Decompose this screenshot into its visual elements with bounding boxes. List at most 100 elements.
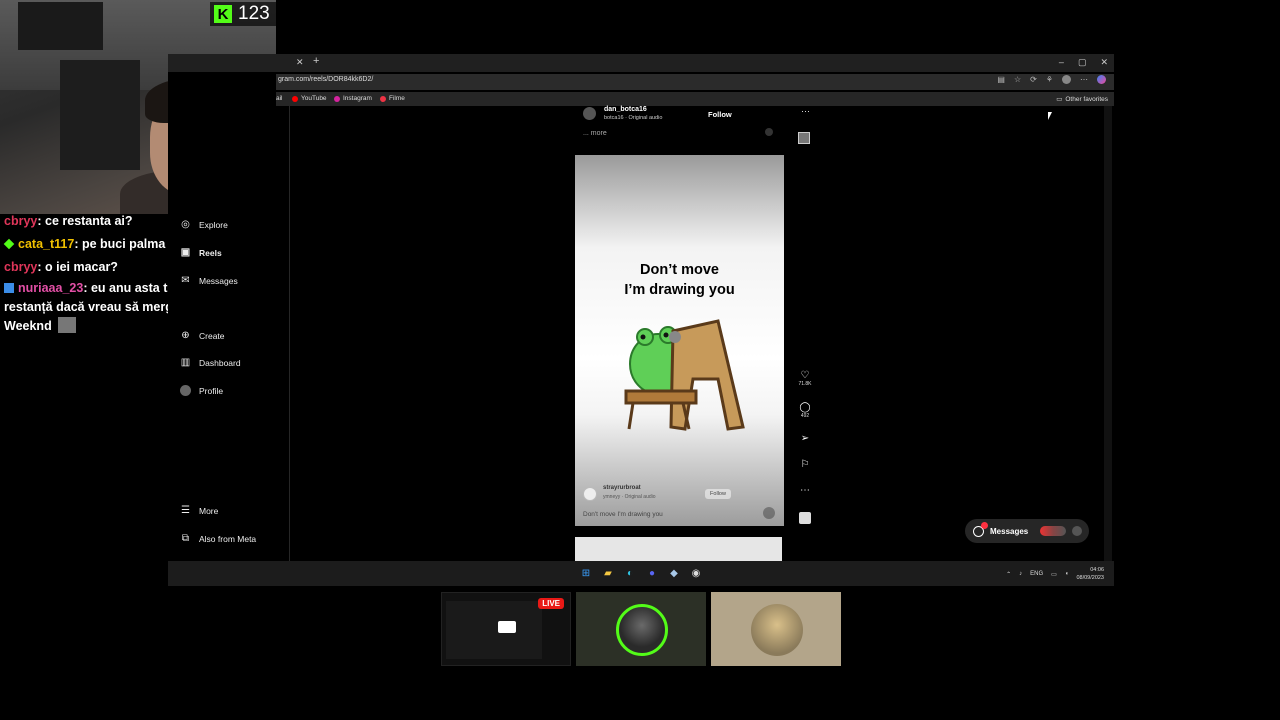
- chat-username: nuriaaa_23: [18, 281, 84, 295]
- nav-label: Messages: [199, 275, 238, 286]
- minimize-icon[interactable]: –: [1059, 57, 1064, 68]
- browser-window: ✕ + – ▢ ✕ gram.com/reels/DOR84kk6D2/ ▤ ☆…: [168, 54, 1114, 586]
- maximize-icon[interactable]: ▢: [1078, 57, 1087, 68]
- chat-text: : o iei macar?: [37, 260, 118, 274]
- address-bar[interactable]: [276, 74, 1114, 90]
- audio-page-button[interactable]: [794, 512, 816, 527]
- close-window-icon[interactable]: ✕: [1100, 57, 1108, 68]
- reel-caption: Don't move I'm drawing you: [583, 511, 663, 518]
- bookmark-mail[interactable]: ail: [276, 95, 283, 102]
- favorite-star-icon[interactable]: ☆: [1014, 75, 1021, 84]
- author-audio[interactable]: botca16 · Original audio: [604, 115, 662, 121]
- bookmark-instagram[interactable]: Instagram: [334, 95, 372, 102]
- cam-tile-screen[interactable]: LIVE: [441, 592, 571, 666]
- new-tab-icon[interactable]: +: [313, 55, 319, 67]
- reel-headline: Don’t move I’m drawing you: [575, 260, 784, 300]
- save-button[interactable]: ⚐: [794, 459, 816, 470]
- menu-icon[interactable]: ⋯: [1080, 75, 1088, 84]
- nav-messages[interactable]: ✉ Messages: [180, 275, 238, 286]
- page-scrollbar[interactable]: [1104, 106, 1112, 561]
- nav-label: Explore: [199, 219, 228, 230]
- reel-author-header: dan_botca16 botca16 · Original audio: [583, 106, 703, 126]
- bookmark-label: Filme: [389, 95, 405, 102]
- more-options-icon[interactable]: ⋯: [801, 106, 810, 117]
- nav-profile[interactable]: Profile: [180, 385, 223, 396]
- nav-label: Dashboard: [199, 357, 241, 368]
- nav-label: Reels: [199, 247, 222, 258]
- video-mute-icon[interactable]: [763, 507, 775, 519]
- share-button[interactable]: ➢: [794, 433, 816, 444]
- hamburger-icon: ☰: [181, 505, 190, 516]
- instagram-sidenav: ◎ Explore ▣ Reels ✉ Messages ⊕ Create ▥ Dashb…: [168, 106, 290, 561]
- clock-date: 08/09/2023: [1076, 575, 1104, 581]
- windows-start-icon[interactable]: ⊞: [580, 567, 592, 579]
- like-button[interactable]: ♡ 71.8K: [794, 370, 816, 387]
- cam-tile-guest-1[interactable]: [576, 592, 706, 666]
- file-explorer-icon[interactable]: ▰: [602, 567, 614, 579]
- other-favorites[interactable]: ▭ Other favorites: [1056, 95, 1108, 104]
- messages-more-icon: [1072, 526, 1083, 536]
- bookmark-label: Instagram: [343, 95, 372, 102]
- mouse-cursor: [1048, 112, 1052, 120]
- reel-video[interactable]: Don’t move I’m drawing you strayrurbroat…: [575, 155, 784, 526]
- nav-reels[interactable]: ▣ Reels: [180, 247, 222, 258]
- edge-icon[interactable]: ◐: [624, 567, 636, 579]
- obs-icon[interactable]: ◉: [690, 567, 702, 579]
- inner-username: strayrurbroat: [603, 485, 641, 491]
- meta-icon: ⧉: [181, 533, 190, 544]
- profile-avatar[interactable]: [1062, 75, 1071, 84]
- nav-also-from-meta[interactable]: ⧉ Also from Meta: [180, 533, 256, 544]
- chat-username: cbryy: [4, 260, 38, 274]
- volume-icon[interactable]: ◖: [1065, 571, 1069, 577]
- more-actions-button[interactable]: ⋯: [794, 485, 816, 496]
- nav-create[interactable]: ⊕ Create: [180, 330, 224, 341]
- audio-cover-icon: [799, 512, 811, 524]
- filme-icon: [380, 95, 386, 102]
- messenger-icon: ✉: [181, 275, 190, 286]
- messenger-icon: [973, 521, 988, 537]
- refresh-icon[interactable]: ⟳: [1030, 75, 1037, 84]
- system-clock[interactable]: 04:06 08/09/2023: [1076, 566, 1104, 582]
- reader-icon[interactable]: ▤: [997, 75, 1005, 84]
- chevron-up-icon[interactable]: ⌃: [1006, 571, 1011, 578]
- nav-more[interactable]: ☰ More: [180, 505, 218, 516]
- microphone-icon[interactable]: ♪: [1019, 571, 1022, 577]
- url-text[interactable]: gram.com/reels/DOR84kk6D2/: [278, 76, 373, 83]
- language-indicator[interactable]: ENG: [1030, 571, 1043, 577]
- nav-explore[interactable]: ◎ Explore: [180, 219, 228, 230]
- bookmarks-bar: ail YouTube Instagram Filme ▭ Other favor…: [276, 92, 1114, 106]
- viewer-count-badge: K 123: [210, 2, 276, 26]
- steam-icon[interactable]: ◆: [668, 567, 680, 579]
- author-avatar[interactable]: [583, 107, 596, 120]
- extensions-icon[interactable]: ⚘: [1046, 75, 1053, 84]
- avatar-icon: [180, 385, 191, 396]
- messages-floating-button[interactable]: Messages: [965, 519, 1089, 543]
- author-username[interactable]: dan_botca16: [604, 106, 647, 113]
- monitor-icon: [498, 621, 516, 633]
- guest-avatar: [751, 604, 803, 656]
- nav-label: Profile: [199, 385, 224, 396]
- network-icon[interactable]: ▭: [1051, 571, 1057, 578]
- bookmark-filme[interactable]: Filme: [380, 95, 405, 102]
- audio-thumbnail[interactable]: [798, 132, 810, 144]
- cam-tile-guest-2[interactable]: [711, 592, 841, 666]
- copilot-icon[interactable]: [1097, 75, 1106, 84]
- next-reel-preview[interactable]: [575, 537, 782, 562]
- follow-button[interactable]: Follow: [708, 110, 732, 119]
- chat-username: cata_t117: [18, 237, 75, 251]
- live-badge: LIVE: [538, 598, 564, 609]
- chat-username: cbryy: [4, 214, 38, 228]
- kick-logo-icon: K: [214, 5, 232, 23]
- window-controls: – ▢ ✕: [1059, 57, 1108, 68]
- system-tray: ⌃ ♪ ENG ▭ ◖ 04:06 08/09/2023: [1006, 566, 1104, 582]
- discord-icon[interactable]: ●: [646, 567, 658, 579]
- more-caption-link[interactable]: ... more: [583, 130, 607, 137]
- bookmark-youtube[interactable]: YouTube: [292, 95, 327, 102]
- nav-dashboard[interactable]: ▥ Dashboard: [180, 357, 241, 368]
- browser-titlebar: ✕ + – ▢ ✕: [168, 54, 1114, 72]
- mute-icon[interactable]: [765, 128, 773, 136]
- bookmark-label: YouTube: [301, 95, 327, 102]
- comment-button[interactable]: ◯ 492: [794, 402, 816, 419]
- close-tab-icon[interactable]: ✕: [296, 57, 304, 68]
- compass-icon: ◎: [181, 219, 190, 230]
